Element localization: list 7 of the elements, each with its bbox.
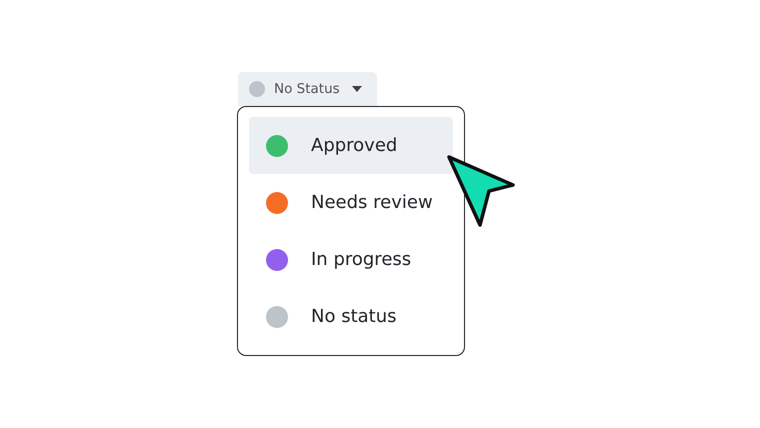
- status-dropdown[interactable]: No Status: [238, 72, 377, 106]
- menu-item[interactable]: Approved: [249, 117, 453, 174]
- caret-icon: [352, 86, 362, 92]
- menu-item[interactable]: No status: [249, 288, 453, 345]
- cursor-icon: [447, 155, 517, 229]
- menu-item[interactable]: In progress: [249, 231, 453, 288]
- menu-item[interactable]: Needs review: [249, 174, 453, 231]
